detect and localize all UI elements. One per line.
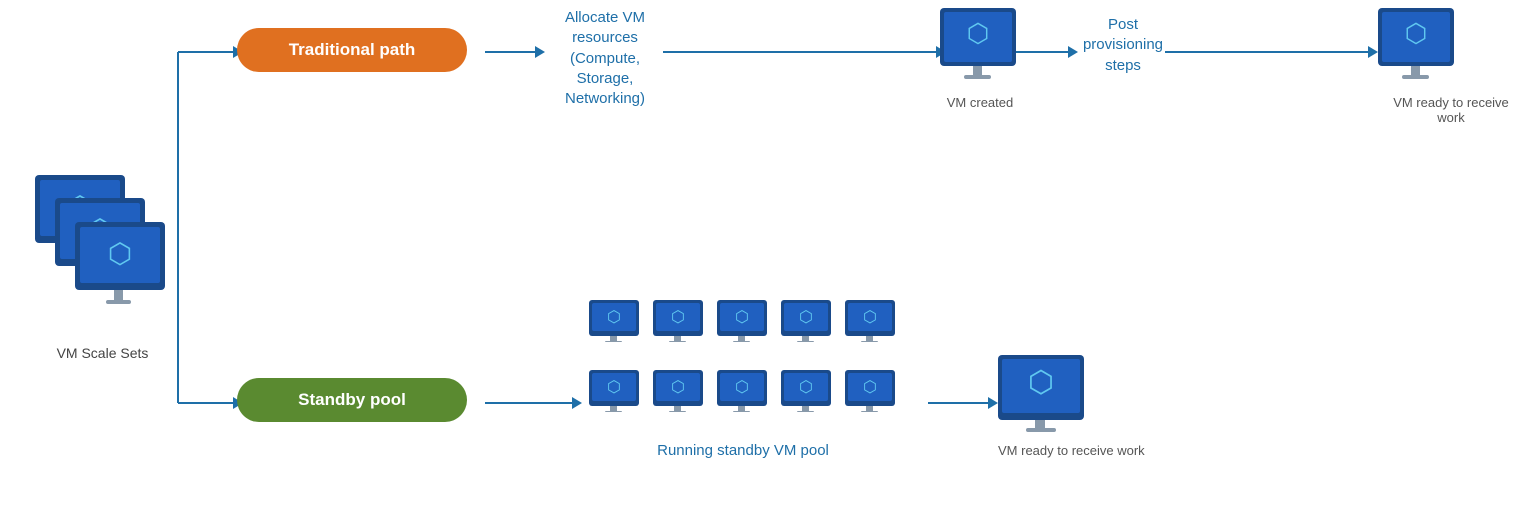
vm-created-label: VM created — [940, 95, 1020, 110]
vm-scale-sets-label: VM Scale Sets — [20, 345, 185, 361]
svg-text:⬡: ⬡ — [607, 309, 621, 326]
svg-text:⬡: ⬡ — [1028, 366, 1054, 399]
standby-monitor-8: ⬡ — [713, 370, 773, 434]
vm-ready-top-icon: ⬡ — [1378, 8, 1458, 88]
standby-pool-label: Standby pool — [237, 378, 467, 422]
vm-ready-top-group: ⬡ VM ready to receive work — [1378, 8, 1524, 125]
svg-text:⬡: ⬡ — [735, 379, 749, 396]
svg-text:⬡: ⬡ — [967, 18, 990, 48]
post-provisioning-label: Postprovisioningsteps — [1078, 15, 1168, 76]
vm-scale-sets-icon: ⬡ ⬡ ⬡ — [20, 170, 185, 335]
traditional-path-label: Traditional path — [237, 28, 467, 72]
svg-text:⬡: ⬡ — [863, 309, 877, 326]
svg-text:⬡: ⬡ — [799, 379, 813, 396]
standby-monitor-5: ⬡ — [841, 300, 901, 364]
standby-monitor-9: ⬡ — [777, 370, 837, 434]
running-standby-pool-label: Running standby VM pool — [585, 442, 901, 459]
diagram: { "title": "VM Scale Set Provisioning Di… — [0, 0, 1524, 527]
vm-ready-bottom-icon: ⬡ — [998, 355, 1088, 435]
svg-text:⬡: ⬡ — [735, 309, 749, 326]
svg-text:⬡: ⬡ — [1405, 18, 1428, 48]
allocate-resources-label: Allocate VM resources (Compute, Storage,… — [545, 8, 665, 109]
svg-text:⬡: ⬡ — [108, 238, 132, 269]
vm-ready-bottom-label: VM ready to receive work — [998, 443, 1145, 458]
svg-text:⬡: ⬡ — [671, 309, 685, 326]
vm-created-icon: ⬡ — [940, 8, 1020, 88]
standby-pool-monitors: ⬡ ⬡ ⬡ ⬡ ⬡ ⬡ ⬡ ⬡ ⬡ ⬡ Running standby VM p… — [585, 300, 901, 459]
standby-monitor-10: ⬡ — [841, 370, 901, 434]
standby-monitor-1: ⬡ — [585, 300, 645, 364]
svg-text:⬡: ⬡ — [863, 379, 877, 396]
standby-monitor-6: ⬡ — [585, 370, 645, 434]
vm-ready-top-label: VM ready to receive work — [1378, 95, 1524, 125]
vm-created-group: ⬡ VM created — [940, 8, 1020, 110]
standby-monitor-4: ⬡ — [777, 300, 837, 364]
svg-text:⬡: ⬡ — [671, 379, 685, 396]
svg-text:⬡: ⬡ — [607, 379, 621, 396]
standby-monitor-7: ⬡ — [649, 370, 709, 434]
standby-pool-pill: Standby pool — [237, 378, 467, 422]
standby-monitor-3: ⬡ — [713, 300, 773, 364]
svg-text:⬡: ⬡ — [799, 309, 813, 326]
traditional-path-pill: Traditional path — [237, 28, 467, 72]
vm-ready-bottom-group: ⬡ VM ready to receive work — [998, 355, 1145, 458]
vm-scale-sets-group: ⬡ ⬡ ⬡ VM Scale Sets — [20, 170, 185, 361]
standby-monitor-2: ⬡ — [649, 300, 709, 364]
